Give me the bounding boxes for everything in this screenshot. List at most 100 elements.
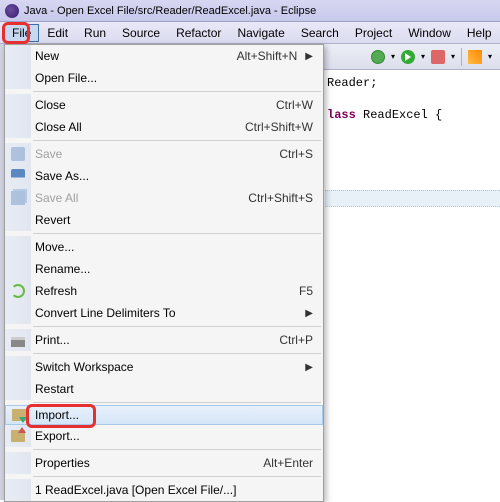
- print-icon: [11, 337, 25, 347]
- saveas-icon: [11, 169, 25, 183]
- menu-separator: [33, 91, 321, 92]
- menu-item-label: Import...: [31, 408, 312, 422]
- menu-item-label: Close: [31, 98, 268, 112]
- accelerator: Ctrl+P: [271, 333, 313, 347]
- menu-item-save: SaveCtrl+S: [5, 143, 323, 165]
- blank-icon: [10, 261, 26, 277]
- debug-icon[interactable]: [371, 50, 385, 64]
- menu-item-rename[interactable]: Rename...: [5, 258, 323, 280]
- menu-item-1-readexcel-java-open-excel-file[interactable]: 1 ReadExcel.java [Open Excel File/...]: [5, 479, 323, 501]
- saveall-icon: [11, 191, 25, 205]
- window-title: Java - Open Excel File/src/Reader/ReadEx…: [24, 5, 316, 17]
- dropdown-arrow-icon[interactable]: ▾: [421, 52, 425, 61]
- editor-area[interactable]: Reader; lass ReadExcel {: [325, 70, 500, 500]
- refresh-icon: [11, 284, 25, 298]
- file-menu-dropdown: NewAlt+Shift+N▶Open File...CloseCtrl+WCl…: [4, 44, 324, 502]
- menu-item-label: Rename...: [31, 262, 313, 276]
- menu-navigate[interactable]: Navigate: [229, 24, 292, 42]
- menu-item-label: Restart: [31, 382, 313, 396]
- menu-item-close-all[interactable]: Close AllCtrl+Shift+W: [5, 116, 323, 138]
- code-line: Reader;: [327, 74, 498, 92]
- export-icon: [11, 430, 25, 442]
- menu-item-switch-workspace[interactable]: Switch Workspace▶: [5, 356, 323, 378]
- menu-item-revert[interactable]: Revert: [5, 209, 323, 231]
- accelerator: Ctrl+Shift+S: [240, 191, 313, 205]
- menu-separator: [33, 326, 321, 327]
- menu-separator: [33, 449, 321, 450]
- menu-item-export[interactable]: Export...: [5, 425, 323, 447]
- menu-item-move[interactable]: Move...: [5, 236, 323, 258]
- blank-icon: [10, 482, 26, 498]
- accelerator: Ctrl+Shift+W: [237, 120, 313, 134]
- menu-help[interactable]: Help: [459, 24, 500, 42]
- menu-separator: [33, 140, 321, 141]
- menu-item-save-as[interactable]: Save As...: [5, 165, 323, 187]
- new-package-icon[interactable]: [468, 50, 482, 64]
- dropdown-arrow-icon[interactable]: ▾: [451, 52, 455, 61]
- menu-item-label: Switch Workspace: [31, 360, 297, 374]
- menu-item-convert-line-delimiters-to[interactable]: Convert Line Delimiters To▶: [5, 302, 323, 324]
- blank-icon: [10, 97, 26, 113]
- menu-window[interactable]: Window: [400, 24, 459, 42]
- toolbar-separator: [461, 48, 462, 66]
- menu-item-print[interactable]: Print...Ctrl+P: [5, 329, 323, 351]
- menu-item-label: Open File...: [31, 71, 313, 85]
- blank-icon: [10, 305, 26, 321]
- menu-item-label: Print...: [31, 333, 271, 347]
- blank-icon: [10, 119, 26, 135]
- submenu-arrow-icon: ▶: [297, 362, 313, 373]
- external-tools-icon[interactable]: [431, 50, 445, 64]
- menu-search[interactable]: Search: [293, 24, 347, 42]
- blank-icon: [10, 381, 26, 397]
- menu-separator: [33, 233, 321, 234]
- menu-item-label: Save As...: [31, 169, 313, 183]
- menu-item-label: Export...: [31, 429, 313, 443]
- menu-item-new[interactable]: NewAlt+Shift+N▶: [5, 45, 323, 67]
- save-icon: [11, 147, 25, 161]
- code-text: ReadExcel {: [356, 108, 442, 122]
- menu-run[interactable]: Run: [76, 24, 114, 42]
- blank-icon: [10, 70, 26, 86]
- submenu-arrow-icon: ▶: [297, 51, 313, 62]
- menu-item-properties[interactable]: PropertiesAlt+Enter: [5, 452, 323, 474]
- submenu-arrow-icon: ▶: [297, 308, 313, 319]
- accelerator: Alt+Shift+N: [229, 49, 298, 63]
- menu-file[interactable]: File: [4, 24, 39, 42]
- menu-item-save-all: Save AllCtrl+Shift+S: [5, 187, 323, 209]
- blank-icon: [10, 239, 26, 255]
- menu-item-label: Move...: [31, 240, 313, 254]
- menu-item-label: Refresh: [31, 284, 291, 298]
- blank-icon: [10, 359, 26, 375]
- menu-item-import[interactable]: Import...: [5, 405, 323, 425]
- menu-edit[interactable]: Edit: [39, 24, 76, 42]
- menu-project[interactable]: Project: [347, 24, 400, 42]
- menu-source[interactable]: Source: [114, 24, 168, 42]
- accelerator: Alt+Enter: [255, 456, 313, 470]
- menu-item-open-file[interactable]: Open File...: [5, 67, 323, 89]
- current-line-highlight: [325, 190, 500, 207]
- menu-item-label: Convert Line Delimiters To: [31, 306, 297, 320]
- menu-item-restart[interactable]: Restart: [5, 378, 323, 400]
- menubar: FileEditRunSourceRefactorNavigateSearchP…: [0, 22, 500, 44]
- blank-icon: [10, 48, 26, 64]
- accelerator: Ctrl+W: [268, 98, 313, 112]
- menu-item-label: New: [31, 49, 229, 63]
- menu-item-label: Save All: [31, 191, 240, 205]
- menu-item-label: 1 ReadExcel.java [Open Excel File/...]: [31, 483, 313, 497]
- menu-item-label: Close All: [31, 120, 237, 134]
- menu-refactor[interactable]: Refactor: [168, 24, 229, 42]
- menu-item-close[interactable]: CloseCtrl+W: [5, 94, 323, 116]
- menu-separator: [33, 402, 321, 403]
- dropdown-arrow-icon[interactable]: ▾: [488, 52, 492, 61]
- import-icon: [12, 409, 26, 421]
- run-icon[interactable]: [401, 50, 415, 64]
- eclipse-icon: [5, 4, 19, 18]
- menu-item-refresh[interactable]: RefreshF5: [5, 280, 323, 302]
- titlebar: Java - Open Excel File/src/Reader/ReadEx…: [0, 0, 500, 22]
- dropdown-arrow-icon[interactable]: ▾: [391, 52, 395, 61]
- code-text: Reader;: [327, 76, 377, 90]
- menu-item-label: Save: [31, 147, 271, 161]
- code-line: lass ReadExcel {: [327, 106, 498, 124]
- menu-item-label: Properties: [31, 456, 255, 470]
- blank-icon: [10, 212, 26, 228]
